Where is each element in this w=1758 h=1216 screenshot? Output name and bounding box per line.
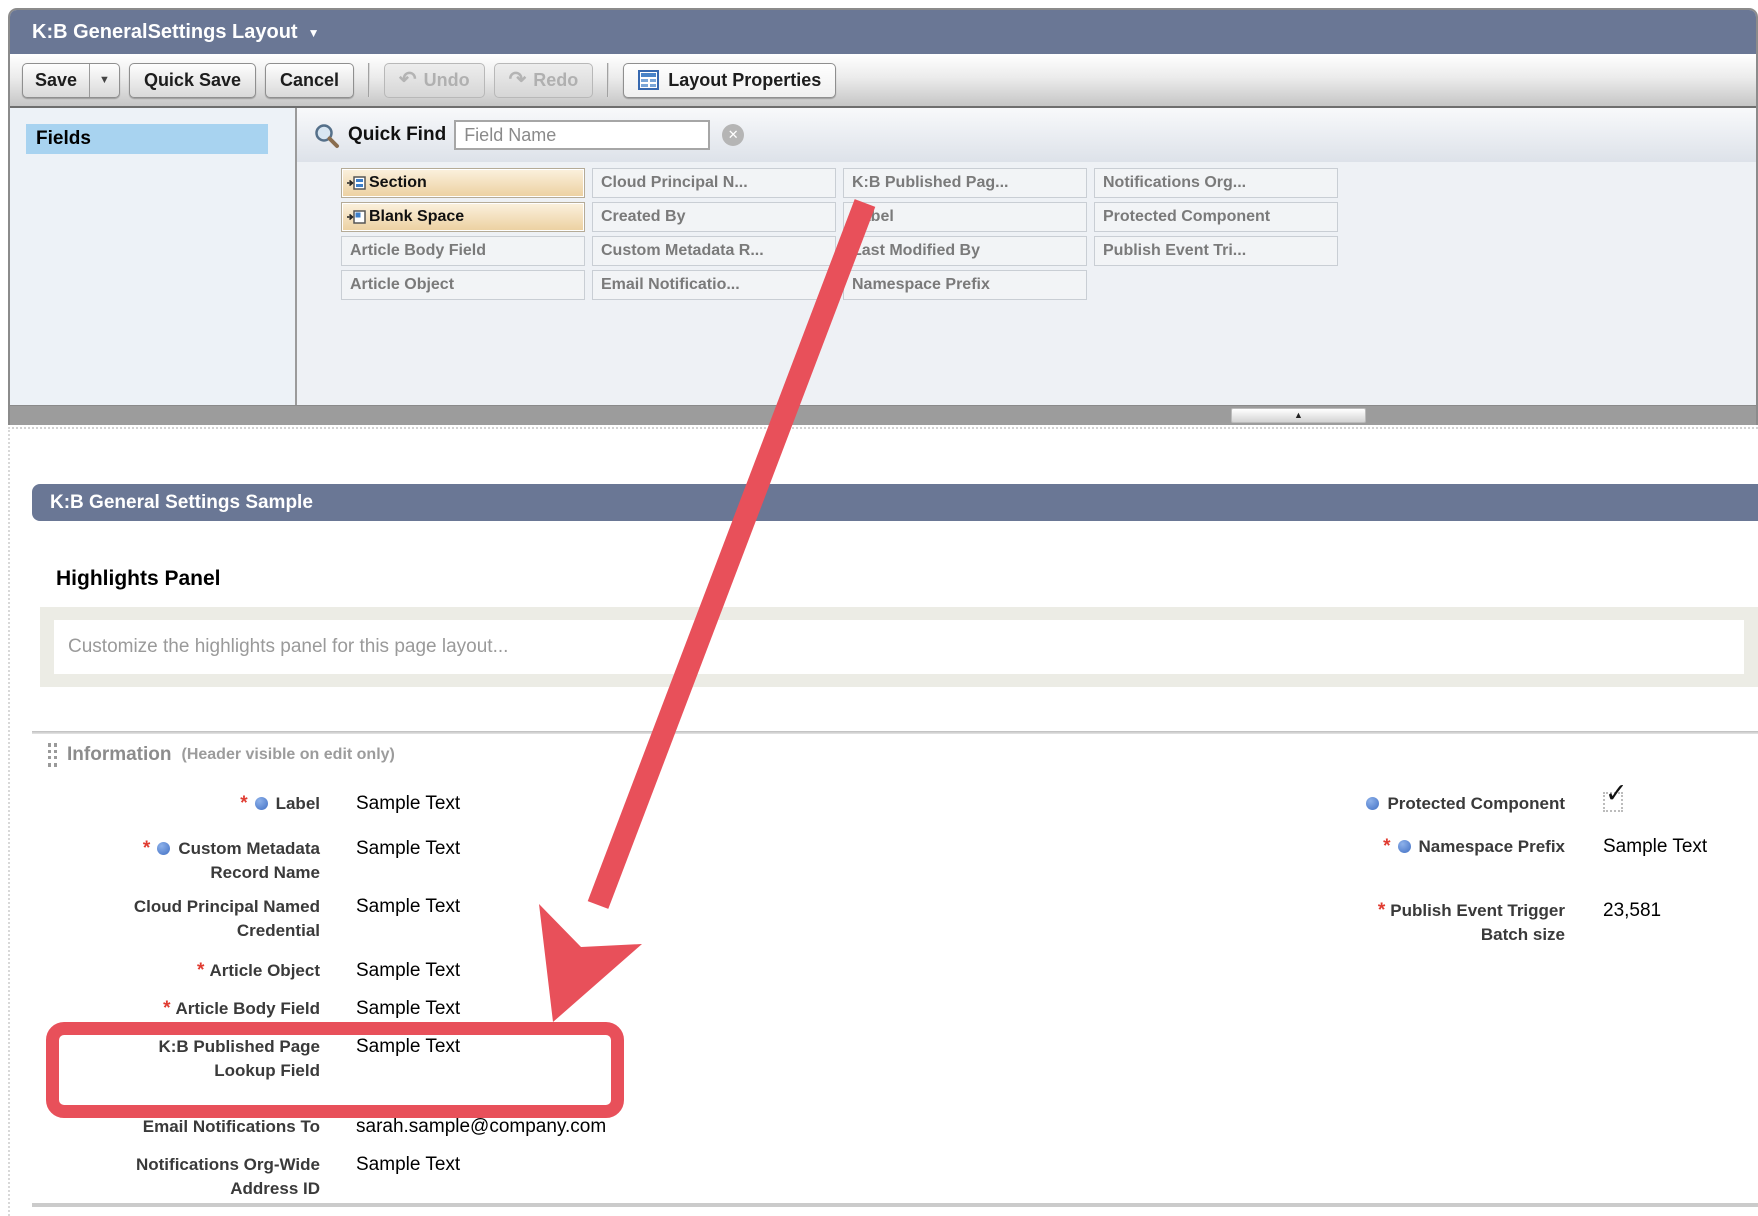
information-section-title: Information xyxy=(67,744,172,766)
palette-item[interactable]: Article Body Field xyxy=(341,236,585,266)
field-value: Sample Text xyxy=(356,997,460,1021)
toolbar-separator xyxy=(607,63,609,97)
palette-item[interactable]: Label xyxy=(843,202,1087,232)
undo-button[interactable]: ↶ Undo xyxy=(384,63,485,98)
field-value: Sample Text xyxy=(356,792,460,816)
palette-item[interactable]: Created By xyxy=(592,202,836,232)
palette-item[interactable]: Protected Component xyxy=(1094,202,1338,232)
layout-editor-panel: K:B GeneralSettings Layout ▼ Save ▼ Quic… xyxy=(8,8,1758,425)
save-button[interactable]: Save xyxy=(23,64,89,97)
field-row-article-body-field[interactable]: *Article Body Field Sample Text xyxy=(10,997,460,1021)
required-icon: * xyxy=(143,838,150,859)
record-section-header: K:B General Settings Sample xyxy=(32,484,1758,521)
palette-item-section[interactable]: Section xyxy=(341,168,585,198)
redo-button[interactable]: ↷ Redo xyxy=(494,63,594,98)
palette-item[interactable]: Cloud Principal N... xyxy=(592,168,836,198)
field-value: Sample Text xyxy=(356,895,460,919)
quick-find-input[interactable] xyxy=(454,120,710,150)
collapse-palette-button[interactable]: ▲ xyxy=(1231,408,1366,423)
page-layout-editor: K:B GeneralSettings Layout ▼ Save ▼ Quic… xyxy=(0,0,1758,1216)
redo-icon: ↷ xyxy=(509,71,527,89)
palette-item[interactable]: Article Object xyxy=(341,270,585,300)
annotation-highlight-box xyxy=(46,1022,624,1118)
field-row-protected-component[interactable]: Protected Component ✓ xyxy=(1255,792,1623,819)
field-row-cloud-principal-named-credential[interactable]: Cloud Principal Named Credential Sample … xyxy=(10,895,460,943)
highlights-panel-placeholder: Customize the highlights panel for this … xyxy=(54,620,1744,674)
editor-toolbar: Save ▼ Quick Save Cancel ↶ Undo ↷ Redo xyxy=(10,54,1756,108)
required-icon: * xyxy=(197,960,204,981)
field-row-notifications-org-wide-address-id[interactable]: Notifications Org-Wide Address ID Sample… xyxy=(10,1153,460,1201)
field-value: 23,581 xyxy=(1603,899,1661,923)
highlights-panel-title: Highlights Panel xyxy=(56,567,221,591)
checked-checkbox-icon: ✓ xyxy=(1603,792,1623,812)
palette-item-blank-space[interactable]: Blank Space xyxy=(341,202,585,232)
blank-space-icon xyxy=(346,210,366,224)
information-section-header[interactable]: Information (Header visible on edit only… xyxy=(48,743,395,767)
controlled-field-icon xyxy=(157,842,170,855)
highlights-panel[interactable]: Customize the highlights panel for this … xyxy=(40,607,1758,687)
required-icon: * xyxy=(240,793,247,814)
search-icon xyxy=(313,122,340,149)
information-fields: *Label Sample Text *Custom Metadata Reco… xyxy=(10,787,1758,1212)
layout-properties-icon xyxy=(638,70,659,90)
field-value: Sample Text xyxy=(1603,835,1707,859)
required-icon: * xyxy=(163,998,170,1019)
field-row-article-object[interactable]: *Article Object Sample Text xyxy=(10,959,460,983)
field-row-publish-event-trigger-batch-size[interactable]: *Publish Event Trigger Batch size 23,581 xyxy=(1255,899,1661,947)
palette-body: Fields Quick Find ✕ xyxy=(10,108,1756,405)
quick-save-button[interactable]: Quick Save xyxy=(129,63,256,98)
palette-item[interactable]: Publish Event Tri... xyxy=(1094,236,1338,266)
palette-item[interactable]: Notifications Org... xyxy=(1094,168,1338,198)
toolbar-separator xyxy=(368,63,370,97)
field-value: Sample Text xyxy=(356,837,460,861)
field-value: sarah.sample@company.com xyxy=(356,1115,606,1139)
undo-icon: ↶ xyxy=(399,71,417,89)
field-row-namespace-prefix[interactable]: *Namespace Prefix Sample Text xyxy=(1255,835,1707,859)
controlled-field-icon xyxy=(255,797,268,810)
save-dropdown-icon[interactable]: ▼ xyxy=(89,64,119,97)
drag-grip-icon[interactable] xyxy=(48,743,57,767)
controlled-field-icon xyxy=(1398,840,1411,853)
save-split-button: Save ▼ xyxy=(22,63,120,98)
field-value-checkbox: ✓ xyxy=(1603,792,1623,819)
required-icon: * xyxy=(1378,900,1385,921)
quick-find-label: Quick Find xyxy=(348,124,446,146)
section-divider xyxy=(32,731,1758,734)
field-value: Sample Text xyxy=(356,959,460,983)
field-palette: Quick Find ✕ Section Cloud Prin xyxy=(297,108,1756,405)
editor-title: K:B GeneralSettings Layout xyxy=(32,21,298,44)
field-row-email-notifications-to[interactable]: Email Notifications To sarah.sample@comp… xyxy=(10,1115,606,1139)
required-icon: * xyxy=(1383,836,1390,857)
palette-item-kb-published-page[interactable]: K:B Published Pag... xyxy=(843,168,1087,198)
title-dropdown-icon[interactable]: ▼ xyxy=(308,26,320,40)
cancel-button[interactable]: Cancel xyxy=(265,63,354,98)
clear-search-icon[interactable]: ✕ xyxy=(722,124,744,146)
information-section-subtitle: (Header visible on edit only) xyxy=(182,746,395,764)
quick-find-bar: Quick Find ✕ xyxy=(297,108,1756,162)
palette-bottom-bar: ▲ xyxy=(10,405,1756,425)
palette-grid: Section Cloud Principal N... K:B Publish… xyxy=(341,168,1756,300)
palette-sidebar: Fields xyxy=(10,108,297,405)
palette-item[interactable]: Custom Metadata R... xyxy=(592,236,836,266)
section-icon xyxy=(346,176,366,190)
field-row-custom-metadata-record-name[interactable]: *Custom Metadata Record Name Sample Text xyxy=(10,837,460,885)
controlled-field-icon xyxy=(1366,797,1379,810)
section-divider xyxy=(32,1203,1758,1207)
palette-item[interactable]: Namespace Prefix xyxy=(843,270,1087,300)
field-row-label[interactable]: *Label Sample Text xyxy=(10,792,460,816)
sidebar-item-fields[interactable]: Fields xyxy=(26,124,268,154)
palette-item[interactable]: Last Modified By xyxy=(843,236,1087,266)
field-value: Sample Text xyxy=(356,1153,460,1177)
editor-title-bar: K:B GeneralSettings Layout ▼ xyxy=(10,10,1756,54)
palette-item[interactable]: Email Notificatio... xyxy=(592,270,836,300)
layout-properties-button[interactable]: Layout Properties xyxy=(623,63,836,98)
